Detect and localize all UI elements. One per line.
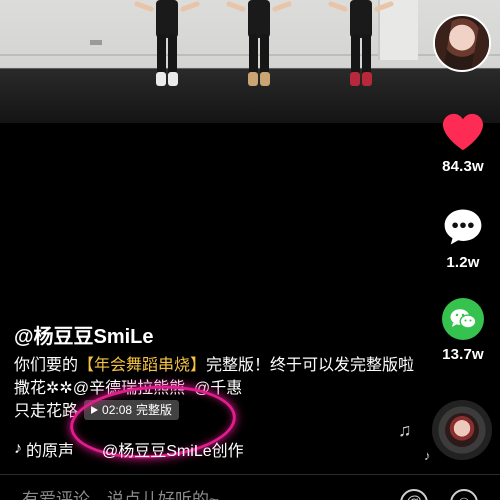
- music-disc-cover: [445, 413, 479, 447]
- music-creator: @杨豆豆SmiLe创作: [102, 443, 244, 460]
- share-count: 13.7w: [442, 346, 484, 363]
- video-frame[interactable]: [0, 0, 500, 123]
- dancer-center: [225, 0, 293, 88]
- desc-text-1: 你们要的: [14, 357, 79, 374]
- author-name[interactable]: @杨豆豆SmiLe: [14, 320, 154, 349]
- desc-hashtag[interactable]: 【年会舞蹈串烧】: [78, 357, 206, 374]
- comment-input[interactable]: 有爱评论，说点儿好听的~: [22, 485, 219, 500]
- share-button[interactable]: 13.7w: [436, 298, 490, 363]
- music-original-sound: 的原声: [26, 443, 75, 460]
- like-button[interactable]: 84.3w: [436, 112, 490, 175]
- comment-count: 1.2w: [446, 254, 480, 271]
- wall-socket: [90, 40, 102, 45]
- like-count: 84.3w: [442, 158, 484, 175]
- music-note-icon: ♫: [398, 420, 412, 440]
- dancer-right: [327, 0, 395, 88]
- desc-text-3: 只走花路: [14, 403, 79, 420]
- music-note-small-icon: ♪: [424, 448, 431, 463]
- author-avatar[interactable]: [433, 14, 491, 72]
- comment-bubble-icon: [444, 209, 482, 245]
- emoji-icon[interactable]: ☺: [450, 489, 478, 500]
- dancer-left: [133, 0, 201, 88]
- wechat-icon: [442, 298, 484, 340]
- comment-button[interactable]: 1.2w: [436, 206, 490, 271]
- heart-icon: [443, 113, 483, 151]
- tiktok-note-icon: ♪: [14, 440, 22, 457]
- comment-bar: 有爱评论，说点儿好听的~ @ ☺: [0, 474, 500, 500]
- at-mention-icon[interactable]: @: [400, 489, 428, 500]
- music-info[interactable]: ♪ 的原声 @杨豆豆SmiLe创作: [14, 437, 244, 461]
- music-disc[interactable]: [432, 400, 492, 460]
